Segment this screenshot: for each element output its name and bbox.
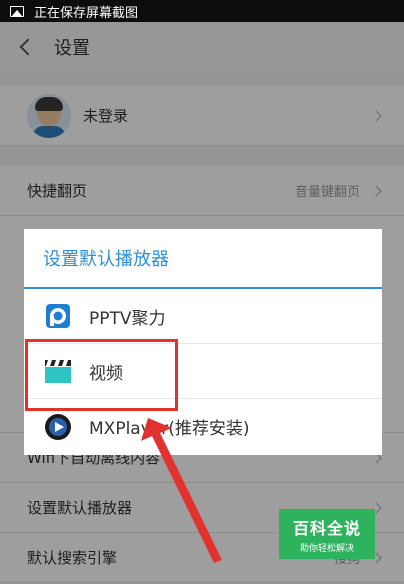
watermark-subtitle: 助你轻松解决 <box>299 544 354 554</box>
watermark-title: 百科全说 <box>292 519 361 538</box>
watermark-logo: 百科全说 助你轻松解决 <box>279 509 375 559</box>
annotation-arrow-icon <box>141 418 222 563</box>
